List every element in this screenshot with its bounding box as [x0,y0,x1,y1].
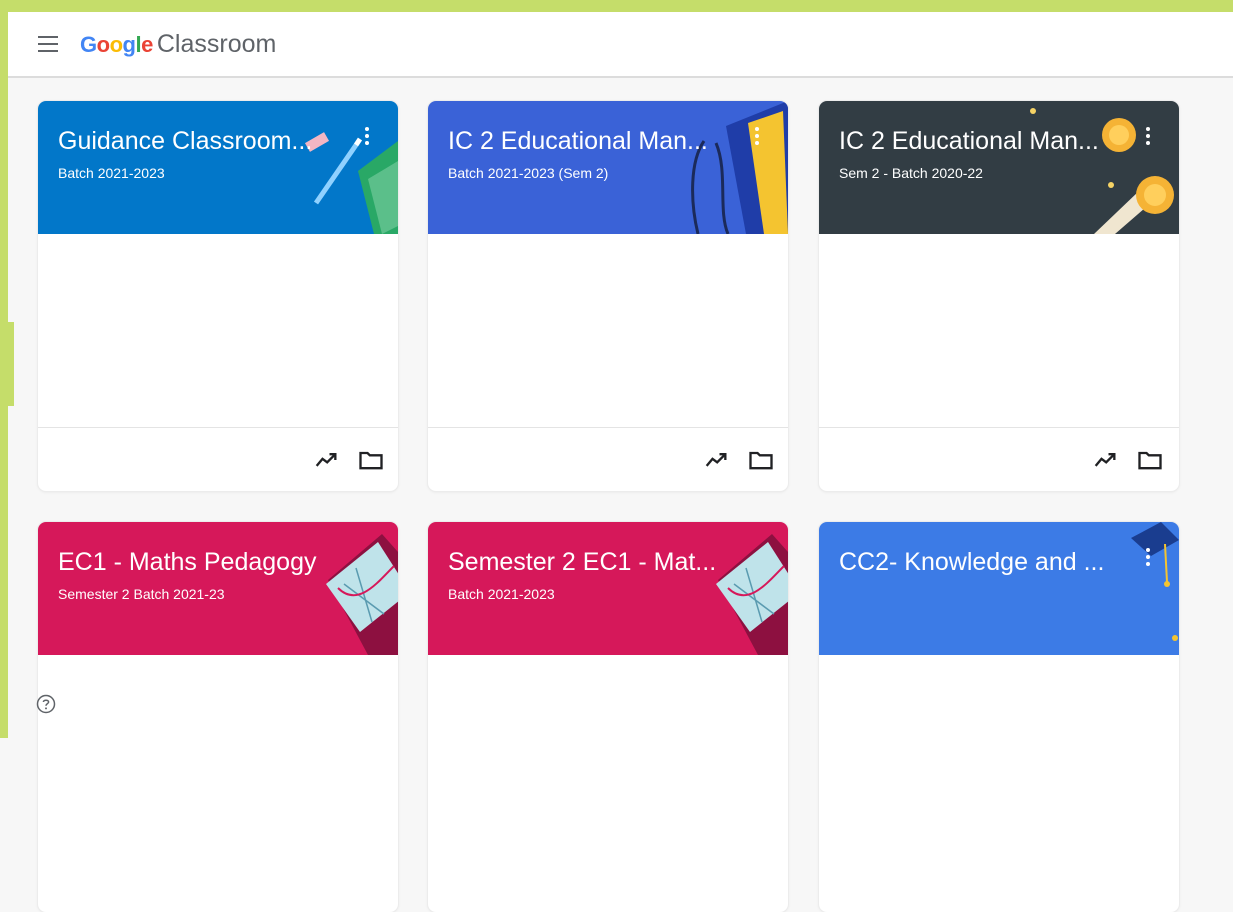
folder-icon[interactable] [747,446,775,474]
class-card-footer [819,427,1179,491]
class-card-banner[interactable]: CC2- Knowledge and ... [819,522,1179,655]
more-vert-icon[interactable] [1143,548,1153,568]
class-card[interactable]: IC 2 Educational Man... Sem 2 - Batch 20… [819,101,1179,491]
more-vert-icon[interactable] [362,127,372,147]
google-classroom-logo[interactable]: Google Classroom [80,30,276,59]
more-vert-icon[interactable] [752,127,762,147]
class-title[interactable]: EC1 - Maths Pedagogy [58,548,328,577]
class-section: Batch 2021-2023 (Sem 2) [448,165,609,181]
class-card-banner[interactable]: EC1 - Maths Pedagogy Semester 2 Batch 20… [38,522,398,655]
class-section: Semester 2 Batch 2021-23 [58,586,225,602]
class-card-banner[interactable]: Semester 2 EC1 - Mat... Batch 2021-2023 [428,522,788,655]
class-card-banner[interactable]: Guidance Classroom... Batch 2021-2023 [38,101,398,234]
google-wordmark: Google [80,31,153,57]
window-frame-top [0,0,1233,12]
class-card[interactable]: Semester 2 EC1 - Mat... Batch 2021-2023 [428,522,788,912]
class-title[interactable]: CC2- Knowledge and ... [839,548,1109,577]
class-card[interactable]: EC1 - Maths Pedagogy Semester 2 Batch 20… [38,522,398,912]
trending-up-icon[interactable] [312,446,340,474]
trending-up-icon[interactable] [1091,446,1119,474]
folder-icon[interactable] [1136,446,1164,474]
trending-up-icon[interactable] [702,446,730,474]
more-vert-icon[interactable] [1143,127,1153,147]
class-card-footer [38,427,398,491]
classroom-wordmark: Classroom [156,29,277,58]
class-title[interactable]: IC 2 Educational Man... [448,127,718,156]
class-section: Batch 2021-2023 [448,586,555,602]
window-frame-tab [0,322,14,406]
class-card-banner[interactable]: IC 2 Educational Man... Sem 2 - Batch 20… [819,101,1179,234]
hamburger-menu-icon[interactable] [38,36,58,52]
folder-icon[interactable] [357,446,385,474]
help-circle-icon[interactable] [36,694,56,714]
class-title[interactable]: Semester 2 EC1 - Mat... [448,548,718,577]
class-title[interactable]: Guidance Classroom... [58,127,328,156]
class-section: Batch 2021-2023 [58,165,165,181]
class-card[interactable]: IC 2 Educational Man... Batch 2021-2023 … [428,101,788,491]
class-card[interactable]: CC2- Knowledge and ... [819,522,1179,912]
banner-illustration [819,522,1179,655]
class-title[interactable]: IC 2 Educational Man... [839,127,1109,156]
app-header: Google Classroom [8,12,1233,78]
class-section: Sem 2 - Batch 2020-22 [839,165,983,181]
class-card[interactable]: Guidance Classroom... Batch 2021-2023 [38,101,398,491]
class-card-banner[interactable]: IC 2 Educational Man... Batch 2021-2023 … [428,101,788,234]
class-card-footer [428,427,788,491]
